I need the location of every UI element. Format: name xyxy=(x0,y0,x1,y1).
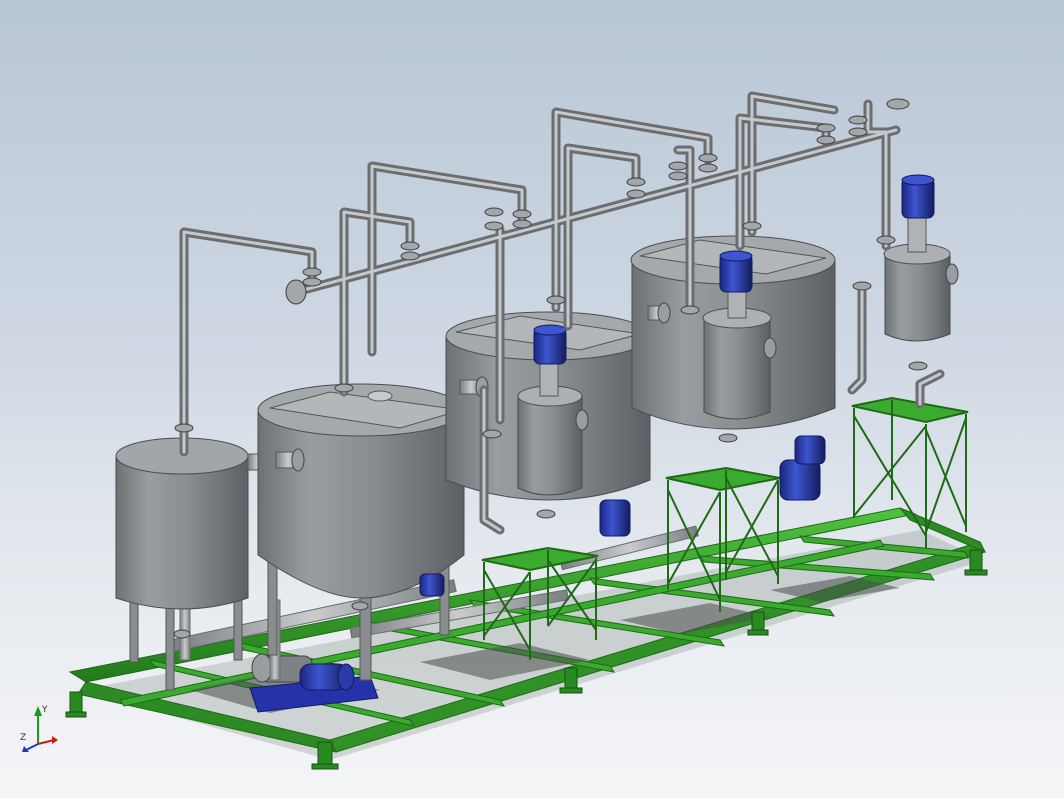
triad-z-label: Z xyxy=(20,733,26,743)
mixer-vessel-c[interactable] xyxy=(883,174,959,342)
cad-viewport[interactable]: Y Z xyxy=(0,0,1064,798)
triad-y-label: Y xyxy=(41,705,48,715)
coordinate-triad-icon: Y Z xyxy=(20,705,58,752)
cad-model-scene[interactable] xyxy=(0,0,1064,798)
